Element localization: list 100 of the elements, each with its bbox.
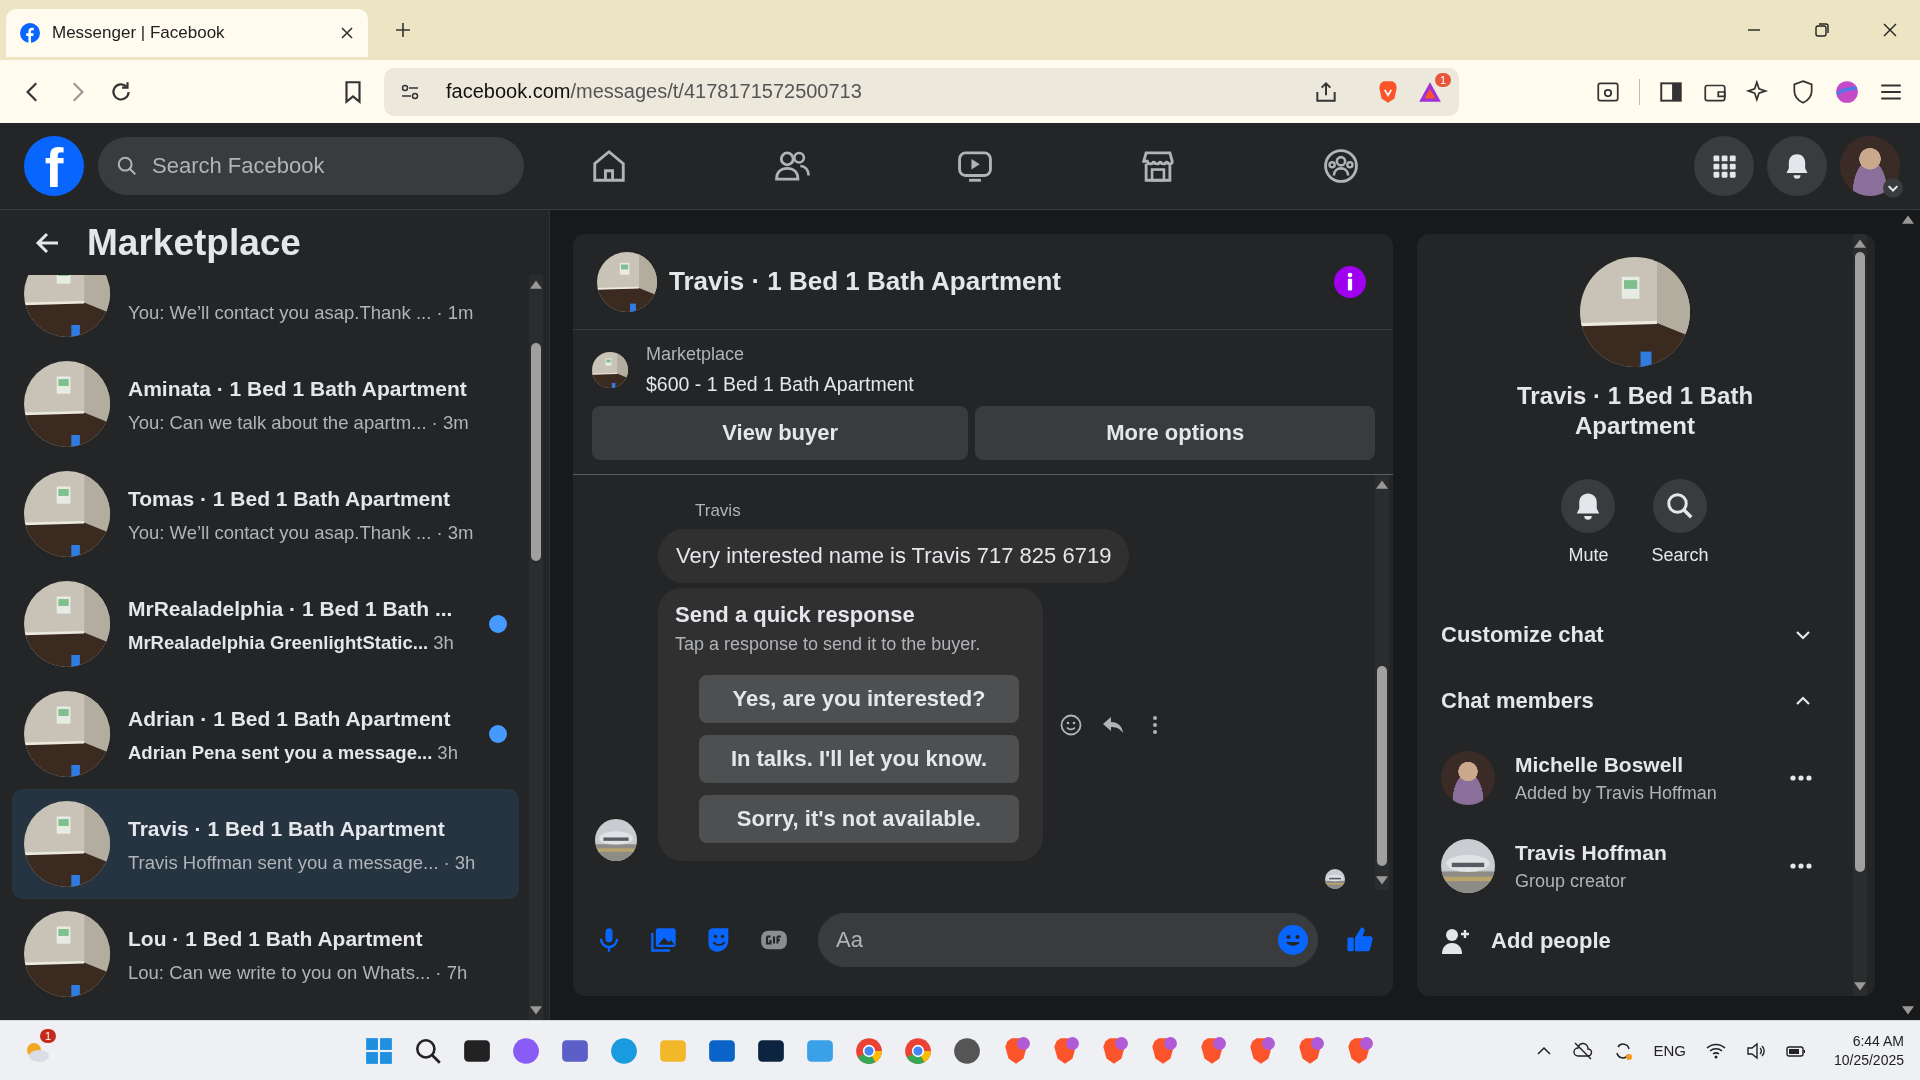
- conversation-item[interactable]: MrRealadelphia · 1 Bed 1 Bath ... MrRealadelphia GreenlightStatic... 3h: [12, 569, 519, 679]
- add-people-button[interactable]: Add people: [1441, 910, 1829, 972]
- scroll-thumb[interactable]: [531, 343, 541, 561]
- browser-tab[interactable]: Messenger | Facebook: [6, 9, 368, 57]
- clock[interactable]: 6:44 AM 10/25/2025: [1833, 1033, 1904, 1068]
- message-preview: MrRealadelphia GreenlightStatic...: [128, 631, 429, 654]
- timestamp: 3h: [437, 741, 458, 764]
- section-header[interactable]: Customize chat: [1441, 602, 1829, 668]
- facebook-icon: [20, 23, 40, 43]
- more-icon[interactable]: [1789, 774, 1813, 782]
- sync-icon[interactable]: [1613, 1040, 1634, 1061]
- message-preview: You: We’ll contact you asap.Thank ...: [128, 301, 432, 324]
- conversation-item[interactable]: Adrian · 1 Bed 1 Bath Apartment Adrian Pena sent you a message... 3h: [12, 679, 519, 789]
- sidebar-title: Marketplace: [87, 221, 301, 264]
- listing-title: $600 - 1 Bed 1 Bath Apartment: [646, 373, 914, 396]
- conversation-title: Lou · 1 Bed 1 Bath Apartment: [128, 925, 423, 952]
- add-person-icon: [1441, 926, 1471, 956]
- cloud-off-icon[interactable]: [1573, 1040, 1594, 1061]
- quick-reply-button[interactable]: Yes, are you interested?: [699, 675, 1019, 723]
- conversation-title: Travis · 1 Bed 1 Bath Apartment: [1515, 381, 1755, 441]
- scroll-down-icon[interactable]: [1854, 982, 1866, 992]
- scroll-up-icon[interactable]: [530, 279, 542, 289]
- timestamp: · 3h: [443, 851, 476, 874]
- home-icon[interactable]: [590, 147, 628, 185]
- close-icon[interactable]: [340, 26, 354, 40]
- timestamp: 3h: [433, 631, 454, 654]
- timestamp: · 7h: [435, 961, 468, 984]
- conversation-item[interactable]: You: We’ll contact you asap.Thank ... · 1m: [12, 275, 519, 349]
- conversation-title: Travis · 1 Bed 1 Bath Apartment: [128, 815, 445, 842]
- member-name: Michelle Boswell: [1515, 752, 1685, 777]
- scroll-up-icon[interactable]: [1376, 479, 1388, 489]
- message-field[interactable]: Aa: [818, 913, 1318, 967]
- section-header[interactable]: Chat members: [1441, 668, 1829, 734]
- quick-reply-button[interactable]: Sorry, it's not available.: [699, 795, 1019, 843]
- quick-reply-button[interactable]: In talks. I'll let you know.: [699, 735, 1019, 783]
- notification-badge: 1: [1434, 72, 1451, 87]
- conversation-item[interactable]: Lou · 1 Bed 1 Bath Apartment Lou: Can we write to you on Whats... · 7h: [12, 899, 519, 1009]
- timestamp: · 1m: [436, 301, 474, 324]
- search-icon: [1665, 491, 1695, 521]
- scroll-thumb[interactable]: [1377, 666, 1387, 866]
- message-preview: Travis Hoffman sent you a message...: [128, 851, 439, 874]
- message-preview: Adrian Pena sent you a message...: [128, 741, 433, 764]
- member-role: Group creator: [1515, 870, 1628, 892]
- address-bar[interactable]: facebook.com/messages/t/4178171572500713 1: [384, 67, 1459, 116]
- message-preview: Lou: Can we write to you on Whats...: [128, 961, 431, 984]
- conversation-title: Tomas · 1 Bed 1 Bath Apartment: [128, 485, 451, 512]
- chat-title: Travis · 1 Bed 1 Bath Apartment: [669, 266, 1063, 297]
- message-preview: You: Can we talk about the apartm...: [128, 411, 427, 434]
- conversation-item[interactable]: Aminata · 1 Bed 1 Bath Apartment You: Can we talk about the apartm... · 3m: [12, 349, 519, 459]
- shield-icon[interactable]: [1790, 78, 1816, 105]
- groups-icon[interactable]: [1322, 147, 1360, 185]
- scroll-down-icon[interactable]: [530, 1006, 542, 1016]
- timestamp: · 3m: [436, 521, 474, 544]
- sender-name: Travis: [695, 501, 742, 521]
- scroll-down-icon[interactable]: [1901, 1006, 1914, 1016]
- listing-source: Marketplace: [646, 344, 746, 365]
- smiley-icon[interactable]: [1059, 712, 1083, 737]
- quick-response-title: Send a quick response: [675, 602, 916, 628]
- unread-dot: [489, 615, 507, 633]
- member-name: Travis Hoffman: [1515, 840, 1668, 865]
- conversation-title: Aminata · 1 Bed 1 Bath Apartment: [128, 375, 467, 402]
- new-tab-icon[interactable]: [394, 21, 412, 39]
- message-bubble: Very interested name is Travis 717 825 6719: [658, 529, 1130, 583]
- scrollbar[interactable]: [1853, 234, 1867, 996]
- close-icon[interactable]: [1882, 22, 1898, 38]
- emoji-icon[interactable]: [1278, 925, 1308, 955]
- conversation-title: MrRealadelphia · 1 Bed 1 Bath ...: [128, 595, 453, 622]
- conversation-title: Adrian · 1 Bed 1 Bath Apartment: [128, 705, 451, 732]
- scroll-up-icon[interactable]: [1901, 214, 1914, 224]
- scrollbar[interactable]: [1375, 475, 1389, 890]
- tab-title: Messenger | Facebook: [52, 23, 226, 43]
- conversation-item[interactable]: Tomas · 1 Bed 1 Bath Apartment You: We’ll contact you asap.Thank ... · 3m: [12, 459, 519, 569]
- action-button[interactable]: More options: [975, 406, 1375, 460]
- chrome-icon[interactable]: [853, 1035, 884, 1066]
- scrollbar[interactable]: [529, 275, 543, 1020]
- unread-dot: [489, 725, 507, 743]
- chevron-down-icon[interactable]: [1883, 178, 1903, 198]
- more-icon[interactable]: [1789, 862, 1813, 870]
- scroll-thumb[interactable]: [1855, 252, 1865, 872]
- conversation-item[interactable]: Travis · 1 Bed 1 Bath Apartment Travis Hoffman sent you a message... · 3h: [12, 789, 519, 899]
- member-role: Added by Travis Hoffman: [1515, 782, 1718, 804]
- notification-badge: 1: [40, 1029, 57, 1043]
- member-avatar: [1441, 751, 1495, 805]
- image-icon[interactable]: [650, 926, 678, 954]
- search-icon: [116, 155, 138, 177]
- chrome-icon[interactable]: [902, 1035, 933, 1066]
- url-text: facebook.com/messages/t/4178171572500713: [446, 80, 863, 103]
- language-indicator[interactable]: ENG: [1653, 1042, 1686, 1059]
- info-icon[interactable]: [1334, 265, 1366, 298]
- scroll-up-icon[interactable]: [1854, 238, 1866, 248]
- scroll-down-icon[interactable]: [1376, 876, 1388, 886]
- timestamp: · 3m: [431, 411, 469, 434]
- speaker-icon[interactable]: [1745, 1040, 1766, 1061]
- action-button[interactable]: View buyer: [592, 406, 969, 460]
- message-preview: You: We’ll contact you asap.Thank ...: [128, 521, 432, 544]
- profile-icon[interactable]: [1834, 78, 1860, 105]
- restore-icon[interactable]: [1814, 22, 1830, 38]
- windows-logo-icon[interactable]: [363, 1035, 394, 1066]
- search-field[interactable]: Search Facebook: [98, 137, 524, 195]
- facebook-logo[interactable]: f: [24, 136, 84, 196]
